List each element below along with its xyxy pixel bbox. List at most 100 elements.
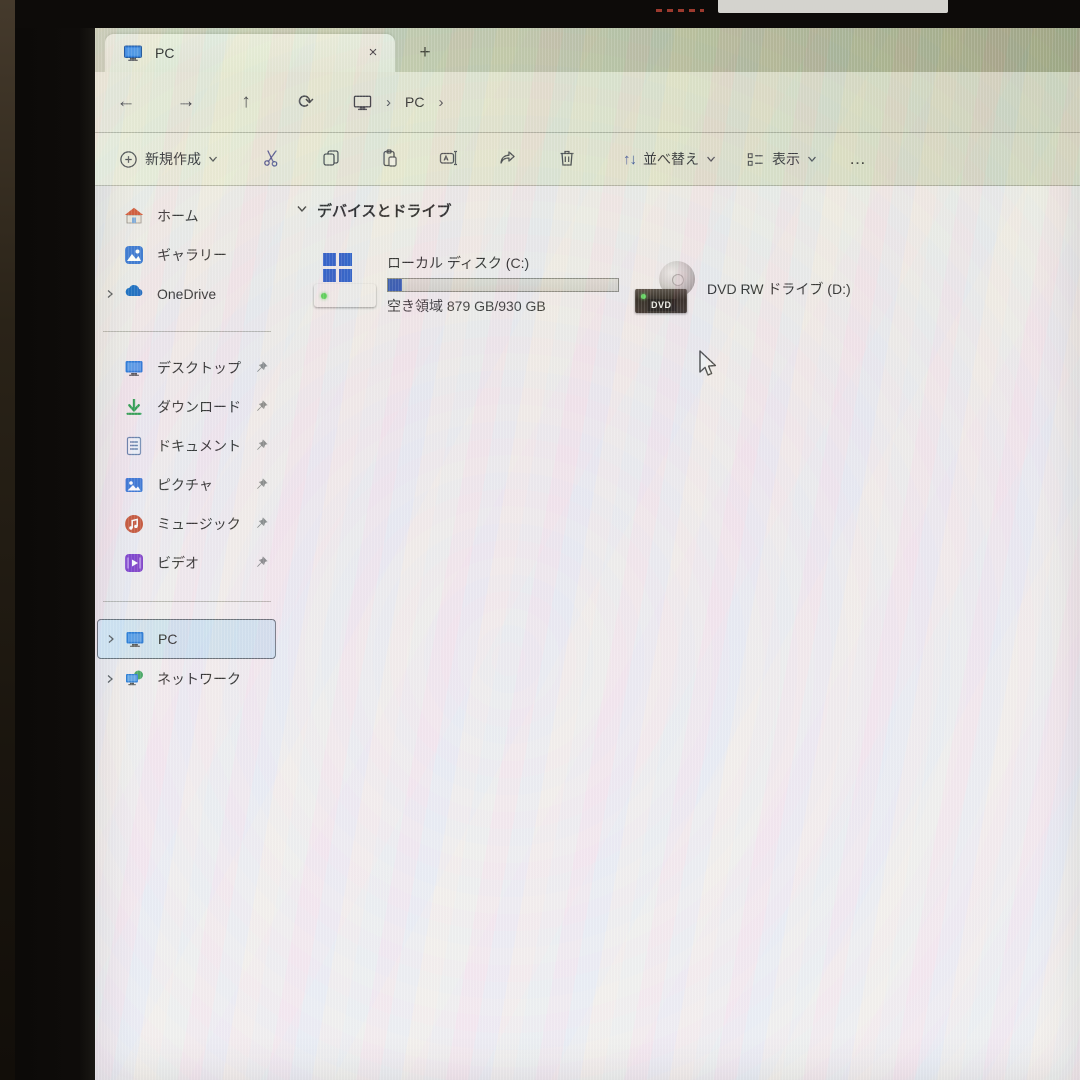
sidebar-item-network[interactable]: ネットワーク bbox=[95, 659, 281, 698]
background-paper-label bbox=[718, 0, 948, 13]
paste-icon bbox=[380, 148, 400, 171]
this-pc-icon[interactable] bbox=[353, 93, 372, 112]
sort-button[interactable]: ↑↓ 並べ替え bbox=[615, 143, 724, 175]
sidebar-item-documents[interactable]: ドキュメント bbox=[95, 426, 281, 465]
chevron-down-icon bbox=[706, 154, 716, 164]
sidebar-item-label: ミュージック bbox=[157, 514, 254, 534]
onedrive-icon bbox=[124, 284, 144, 304]
dvd-drive-icon: DVD bbox=[635, 259, 697, 319]
sidebar-item-home[interactable]: ホーム bbox=[95, 196, 281, 235]
background-wall-strip bbox=[0, 0, 15, 1080]
sidebar-item-label: ギャラリー bbox=[157, 245, 281, 265]
view-button[interactable]: 表示 bbox=[738, 143, 825, 175]
sidebar-item-gallery[interactable]: ギャラリー bbox=[95, 235, 281, 274]
mouse-cursor bbox=[698, 350, 720, 385]
copy-button[interactable] bbox=[313, 141, 349, 177]
plus-circle-icon bbox=[119, 150, 138, 169]
breadcrumb-chevron-icon: › bbox=[386, 94, 391, 111]
back-button[interactable]: ← bbox=[109, 85, 143, 119]
expand-chevron-icon[interactable] bbox=[101, 670, 119, 688]
chevron-down-icon bbox=[208, 154, 218, 164]
sidebar-item-pictures[interactable]: ピクチャ bbox=[95, 465, 281, 504]
breadcrumb-chevron-icon: › bbox=[438, 94, 443, 111]
tab-pc[interactable]: PC × bbox=[105, 34, 395, 72]
pin-icon bbox=[254, 399, 269, 414]
pin-icon bbox=[254, 360, 269, 375]
sidebar-item-label: ドキュメント bbox=[157, 436, 254, 456]
drive-c-tile[interactable]: ローカル ディスク (C:) 空き領域 879 GB/930 GB bbox=[314, 253, 619, 316]
tab-close-button[interactable]: × bbox=[361, 41, 385, 65]
up-button[interactable]: ↑ bbox=[229, 85, 263, 119]
home-icon bbox=[124, 206, 144, 226]
breadcrumb: › PC › bbox=[353, 93, 457, 112]
sidebar-item-videos[interactable]: ビデオ bbox=[95, 543, 281, 582]
drive-usage-bar bbox=[387, 278, 619, 292]
view-layout-icon bbox=[746, 150, 765, 169]
new-item-label: 新規作成 bbox=[145, 149, 201, 169]
command-toolbar: 新規作成 bbox=[95, 133, 1080, 186]
pin-icon bbox=[254, 516, 269, 531]
sidebar-item-label: PC bbox=[158, 631, 275, 647]
pin-icon bbox=[254, 477, 269, 492]
scissors-icon bbox=[262, 148, 282, 171]
new-tab-button[interactable]: + bbox=[411, 39, 439, 67]
this-pc-icon bbox=[125, 629, 145, 649]
refresh-button[interactable]: ⟳ bbox=[289, 85, 323, 119]
tab-title: PC bbox=[155, 45, 361, 61]
paste-button[interactable] bbox=[372, 141, 408, 177]
devices-and-drives-section-header[interactable]: デバイスとドライブ bbox=[296, 200, 1080, 221]
sidebar-item-downloads[interactable]: ダウンロード bbox=[95, 387, 281, 426]
chevron-down-icon bbox=[807, 154, 817, 164]
cut-button[interactable] bbox=[254, 141, 290, 177]
explorer-window: PC × + ← → ↑ ⟳ › PC › bbox=[95, 28, 1080, 1080]
sort-label: 並べ替え bbox=[643, 149, 699, 169]
sidebar-item-pc[interactable]: PC bbox=[97, 619, 276, 659]
new-item-button[interactable]: 新規作成 bbox=[111, 143, 226, 175]
desktop-icon bbox=[124, 358, 144, 378]
expand-chevron-icon[interactable] bbox=[101, 285, 119, 303]
expand-chevron-icon[interactable] bbox=[102, 630, 120, 648]
tab-strip: PC × + bbox=[95, 28, 1080, 72]
sidebar-item-onedrive[interactable]: OneDrive bbox=[95, 274, 281, 313]
drive-c-name: ローカル ディスク (C:) bbox=[387, 253, 619, 273]
gallery-icon bbox=[124, 245, 144, 265]
section-title: デバイスとドライブ bbox=[317, 200, 452, 221]
drive-led bbox=[321, 293, 327, 299]
background-red-marks bbox=[656, 9, 704, 12]
collapse-chevron-icon bbox=[296, 202, 308, 220]
monitor-bezel-left bbox=[15, 0, 95, 1080]
sidebar-item-label: OneDrive bbox=[157, 286, 281, 302]
pictures-icon bbox=[124, 475, 144, 495]
view-label: 表示 bbox=[772, 149, 800, 169]
breadcrumb-segment-pc[interactable]: PC bbox=[405, 94, 424, 110]
pin-icon bbox=[254, 438, 269, 453]
explorer-body: ホーム ギャラリー OneDrive bbox=[95, 186, 1080, 1080]
forward-button[interactable]: → bbox=[169, 85, 203, 119]
sidebar-item-desktop[interactable]: デスクトップ bbox=[95, 348, 281, 387]
sidebar-item-label: ネットワーク bbox=[157, 669, 281, 689]
share-icon bbox=[498, 148, 518, 171]
navigation-bar: ← → ↑ ⟳ › PC › bbox=[95, 72, 1080, 133]
music-icon bbox=[124, 514, 144, 534]
sidebar-item-label: デスクトップ bbox=[157, 358, 254, 378]
share-button[interactable] bbox=[490, 141, 526, 177]
photo-of-monitor: PC × + ← → ↑ ⟳ › PC › bbox=[0, 0, 1080, 1080]
this-pc-icon bbox=[123, 43, 143, 63]
sidebar-item-label: ホーム bbox=[157, 206, 281, 226]
windows-logo-icon bbox=[323, 253, 352, 282]
drive-d-tile[interactable]: DVD DVD RW ドライブ (D:) bbox=[635, 259, 851, 319]
navigation-pane: ホーム ギャラリー OneDrive bbox=[95, 186, 281, 1080]
drive-c-free-space: 空き領域 879 GB/930 GB bbox=[387, 296, 619, 316]
hard-drive-icon bbox=[314, 284, 376, 307]
rename-button[interactable] bbox=[431, 141, 467, 177]
sidebar-item-label: ピクチャ bbox=[157, 475, 254, 495]
sidebar-divider bbox=[103, 331, 271, 332]
sidebar-item-music[interactable]: ミュージック bbox=[95, 504, 281, 543]
delete-button[interactable] bbox=[549, 141, 585, 177]
content-pane: デバイスとドライブ ローカル ディスク (C:) bbox=[281, 186, 1080, 1080]
pin-icon bbox=[254, 555, 269, 570]
sidebar-item-label: ビデオ bbox=[157, 553, 254, 573]
local-disk-icon bbox=[314, 253, 378, 311]
more-options-button[interactable]: … bbox=[841, 143, 875, 175]
sidebar-divider bbox=[103, 601, 271, 602]
